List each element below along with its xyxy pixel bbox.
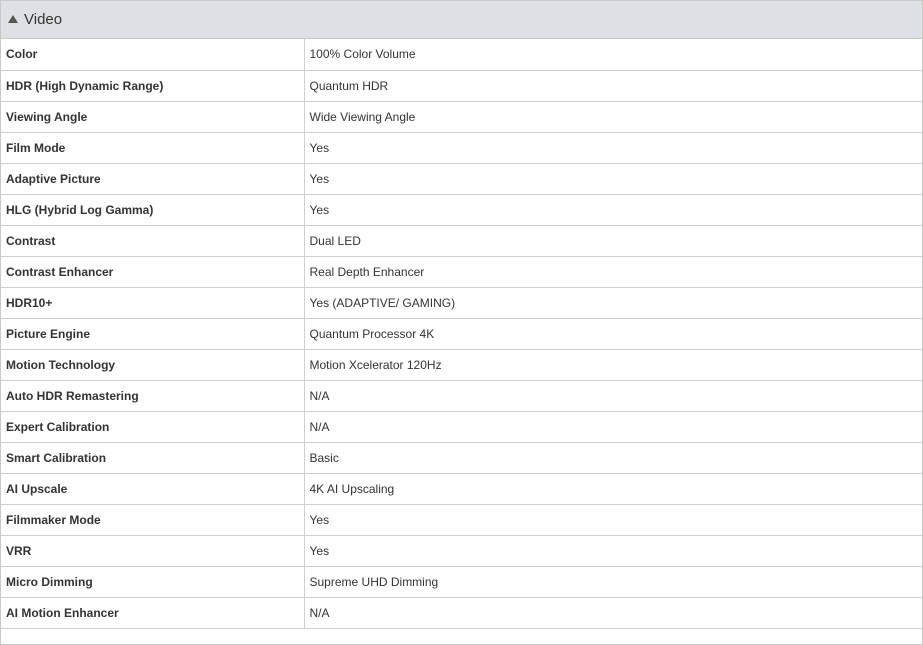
table-row: AI Motion Enhancer N/A [1,597,922,629]
spec-value: N/A [304,380,922,412]
section-title: Video [24,11,63,28]
table-row: HDR10+ Yes (ADAPTIVE/ GAMING) [1,287,922,319]
spec-label: Smart Calibration [1,442,305,474]
spec-value: Basic [304,442,922,474]
spec-value: 100% Color Volume [304,39,922,71]
table-row: Picture Engine Quantum Processor 4K [1,318,922,350]
table-row: HDR (High Dynamic Range) Quantum HDR [1,70,922,102]
spec-label: HDR (High Dynamic Range) [1,70,305,102]
spec-value: Quantum Processor 4K [304,318,922,350]
table-row: Smart Calibration Basic [1,442,922,474]
table-row: Motion Technology Motion Xcelerator 120Hz [1,349,922,381]
spec-label: Adaptive Picture [1,163,305,195]
spec-value: Yes [304,194,922,226]
table-row: VRR Yes [1,535,922,567]
spec-table-body: Color 100% Color Volume HDR (High Dynamic … [1,39,922,629]
spec-value: Dual LED [304,225,922,257]
spec-label: HDR10+ [1,287,305,319]
table-row: Color 100% Color Volume [1,39,922,71]
spec-label: Color [1,39,305,71]
spec-label: Motion Technology [1,349,305,381]
triangle-up-icon[interactable] [8,15,18,23]
table-row: AI Upscale 4K AI Upscaling [1,473,922,505]
spec-label: Viewing Angle [1,101,305,133]
table-row: Expert Calibration N/A [1,411,922,443]
table-row: Micro Dimming Supreme UHD Dimming [1,566,922,598]
spec-label: Contrast Enhancer [1,256,305,288]
spec-label: HLG (Hybrid Log Gamma) [1,194,305,226]
table-row: Filmmaker Mode Yes [1,504,922,536]
spec-value: Motion Xcelerator 120Hz [304,349,922,381]
table-row: HLG (Hybrid Log Gamma) Yes [1,194,922,226]
spec-label: Film Mode [1,132,305,164]
spec-label: Auto HDR Remastering [1,380,305,412]
table-row: Contrast Dual LED [1,225,922,257]
spec-table: Color 100% Color Volume HDR (High Dynamic … [1,39,922,629]
section-header-video[interactable]: Video [1,1,922,39]
spec-value: Yes (ADAPTIVE/ GAMING) [304,287,922,319]
spec-value: Yes [304,132,922,164]
table-row: Auto HDR Remastering N/A [1,380,922,412]
spec-value: Yes [304,163,922,195]
spec-value: Yes [304,504,922,536]
spec-label: Expert Calibration [1,411,305,443]
spec-value: Yes [304,535,922,567]
spec-label: Contrast [1,225,305,257]
spec-label: AI Motion Enhancer [1,597,305,629]
spec-label: Filmmaker Mode [1,504,305,536]
spec-value: Supreme UHD Dimming [304,566,922,598]
spec-value: Real Depth Enhancer [304,256,922,288]
spec-label: VRR [1,535,305,567]
spec-label: AI Upscale [1,473,305,505]
spec-value: N/A [304,597,922,629]
spec-label: Micro Dimming [1,566,305,598]
spec-value: Quantum HDR [304,70,922,102]
spec-value: 4K AI Upscaling [304,473,922,505]
video-spec-panel: Video Color 100% Color Volume HDR (High Dy… [0,0,923,645]
table-row: Film Mode Yes [1,132,922,164]
table-row: Contrast Enhancer Real Depth Enhancer [1,256,922,288]
spec-label: Picture Engine [1,318,305,350]
table-row: Adaptive Picture Yes [1,163,922,195]
table-row: Viewing Angle Wide Viewing Angle [1,101,922,133]
spec-value: N/A [304,411,922,443]
spec-value: Wide Viewing Angle [304,101,922,133]
